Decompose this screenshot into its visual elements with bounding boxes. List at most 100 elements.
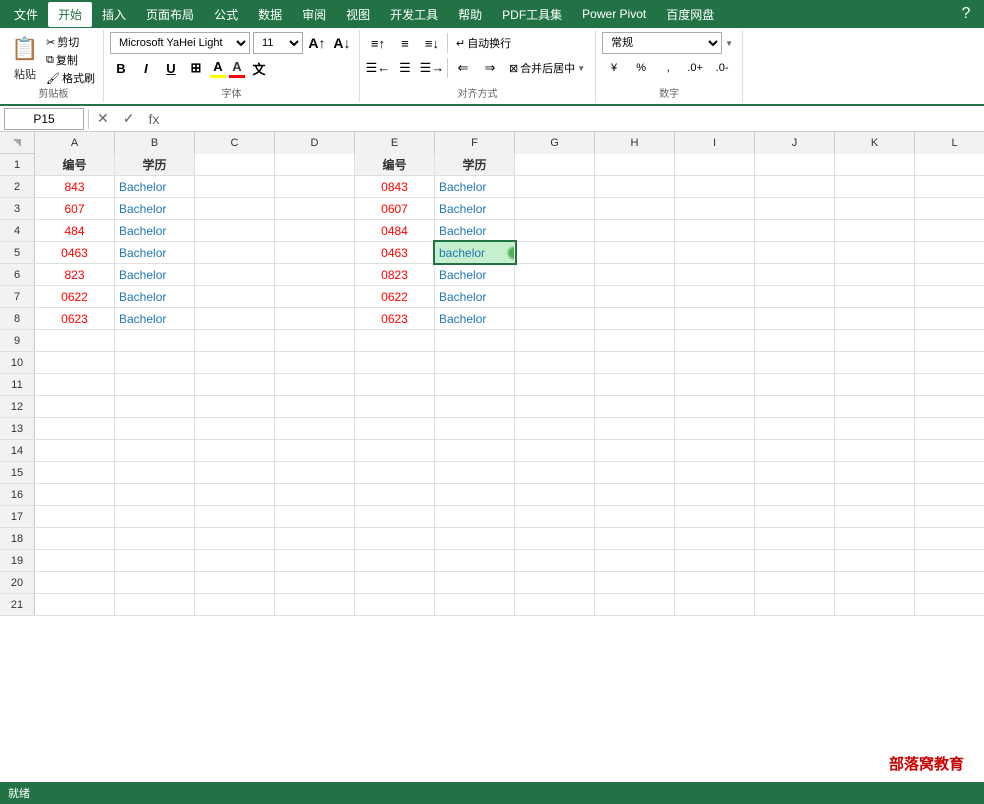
cell-C2[interactable]	[195, 176, 275, 197]
cell-J17[interactable]	[755, 506, 835, 527]
cell-J8[interactable]	[755, 308, 835, 329]
row-header-11[interactable]: 11	[0, 374, 35, 395]
cell-J14[interactable]	[755, 440, 835, 461]
cell-H19[interactable]	[595, 550, 675, 571]
cell-K5[interactable]	[835, 242, 915, 263]
cell-D1[interactable]	[275, 154, 355, 175]
align-center-btn[interactable]: ☰	[393, 57, 417, 79]
cell-B19[interactable]	[115, 550, 195, 571]
cell-F5[interactable]: bachelor	[435, 242, 515, 263]
cell-I6[interactable]	[675, 264, 755, 285]
cell-L18[interactable]	[915, 528, 984, 549]
cell-J13[interactable]	[755, 418, 835, 439]
cell-A14[interactable]	[35, 440, 115, 461]
row-header-12[interactable]: 12	[0, 396, 35, 417]
cell-K13[interactable]	[835, 418, 915, 439]
cell-I4[interactable]	[675, 220, 755, 241]
cell-L8[interactable]	[915, 308, 984, 329]
cell-K3[interactable]	[835, 198, 915, 219]
cell-F17[interactable]	[435, 506, 515, 527]
cell-E4[interactable]: 0484	[355, 220, 435, 241]
cell-C20[interactable]	[195, 572, 275, 593]
increase-decimal-btn[interactable]: .0+	[683, 57, 707, 79]
cell-K21[interactable]	[835, 594, 915, 615]
percent-btn[interactable]: %	[629, 57, 653, 79]
cell-A18[interactable]	[35, 528, 115, 549]
cell-B4[interactable]: Bachelor	[115, 220, 195, 241]
cell-L9[interactable]	[915, 330, 984, 351]
cell-C8[interactable]	[195, 308, 275, 329]
cut-button[interactable]: ✂ 剪切	[46, 34, 95, 50]
cell-I8[interactable]	[675, 308, 755, 329]
cell-F2[interactable]: Bachelor	[435, 176, 515, 197]
cell-E11[interactable]	[355, 374, 435, 395]
cell-J6[interactable]	[755, 264, 835, 285]
cell-E5[interactable]: 0463	[355, 242, 435, 263]
cell-D14[interactable]	[275, 440, 355, 461]
font-name-select[interactable]: Microsoft YaHei Light	[110, 32, 250, 54]
cell-G6[interactable]	[515, 264, 595, 285]
cell-D21[interactable]	[275, 594, 355, 615]
cell-I7[interactable]	[675, 286, 755, 307]
cell-G19[interactable]	[515, 550, 595, 571]
cell-C4[interactable]	[195, 220, 275, 241]
cell-I5[interactable]	[675, 242, 755, 263]
cell-E2[interactable]: 0843	[355, 176, 435, 197]
cell-A16[interactable]	[35, 484, 115, 505]
cell-B3[interactable]: Bachelor	[115, 198, 195, 219]
cell-J1[interactable]	[755, 154, 835, 175]
paste-button[interactable]: 📋 粘贴	[8, 32, 42, 82]
cell-D5[interactable]	[275, 242, 355, 263]
cell-E1[interactable]: 编号	[355, 154, 435, 175]
cell-L7[interactable]	[915, 286, 984, 307]
cell-F11[interactable]	[435, 374, 515, 395]
menu-insert[interactable]: 插入	[92, 2, 136, 27]
cancel-formula-icon[interactable]: ✕	[93, 108, 113, 129]
cell-J19[interactable]	[755, 550, 835, 571]
cell-G14[interactable]	[515, 440, 595, 461]
cell-A13[interactable]	[35, 418, 115, 439]
cell-F1[interactable]: 学历	[435, 154, 515, 175]
cell-E18[interactable]	[355, 528, 435, 549]
cell-F6[interactable]: Bachelor	[435, 264, 515, 285]
col-header-L[interactable]: L	[915, 132, 984, 154]
cell-D9[interactable]	[275, 330, 355, 351]
cell-H1[interactable]	[595, 154, 675, 175]
cell-A10[interactable]	[35, 352, 115, 373]
cell-H17[interactable]	[595, 506, 675, 527]
cell-G3[interactable]	[515, 198, 595, 219]
col-header-B[interactable]: B	[115, 132, 195, 154]
cell-G9[interactable]	[515, 330, 595, 351]
cell-L6[interactable]	[915, 264, 984, 285]
cell-I15[interactable]	[675, 462, 755, 483]
formula-input[interactable]	[167, 108, 980, 130]
cell-H4[interactable]	[595, 220, 675, 241]
menu-file[interactable]: 文件	[4, 2, 48, 27]
cell-E15[interactable]	[355, 462, 435, 483]
cell-H15[interactable]	[595, 462, 675, 483]
cell-G13[interactable]	[515, 418, 595, 439]
row-header-20[interactable]: 20	[0, 572, 35, 593]
cell-K20[interactable]	[835, 572, 915, 593]
menu-pdf[interactable]: PDF工具集	[492, 2, 572, 27]
cell-K17[interactable]	[835, 506, 915, 527]
cell-E16[interactable]	[355, 484, 435, 505]
cell-J20[interactable]	[755, 572, 835, 593]
cell-J2[interactable]	[755, 176, 835, 197]
cell-B12[interactable]	[115, 396, 195, 417]
row-header-1[interactable]: 1	[0, 154, 35, 175]
row-header-18[interactable]: 18	[0, 528, 35, 549]
cell-D17[interactable]	[275, 506, 355, 527]
menu-home[interactable]: 开始	[48, 2, 92, 27]
cell-J16[interactable]	[755, 484, 835, 505]
cell-L13[interactable]	[915, 418, 984, 439]
cell-L5[interactable]	[915, 242, 984, 263]
row-header-15[interactable]: 15	[0, 462, 35, 483]
cell-A3[interactable]: 607	[35, 198, 115, 219]
cell-D11[interactable]	[275, 374, 355, 395]
cell-H14[interactable]	[595, 440, 675, 461]
cell-A5[interactable]: 0463	[35, 242, 115, 263]
cell-H10[interactable]	[595, 352, 675, 373]
cell-B16[interactable]	[115, 484, 195, 505]
font-size-select[interactable]: 11	[253, 32, 303, 54]
